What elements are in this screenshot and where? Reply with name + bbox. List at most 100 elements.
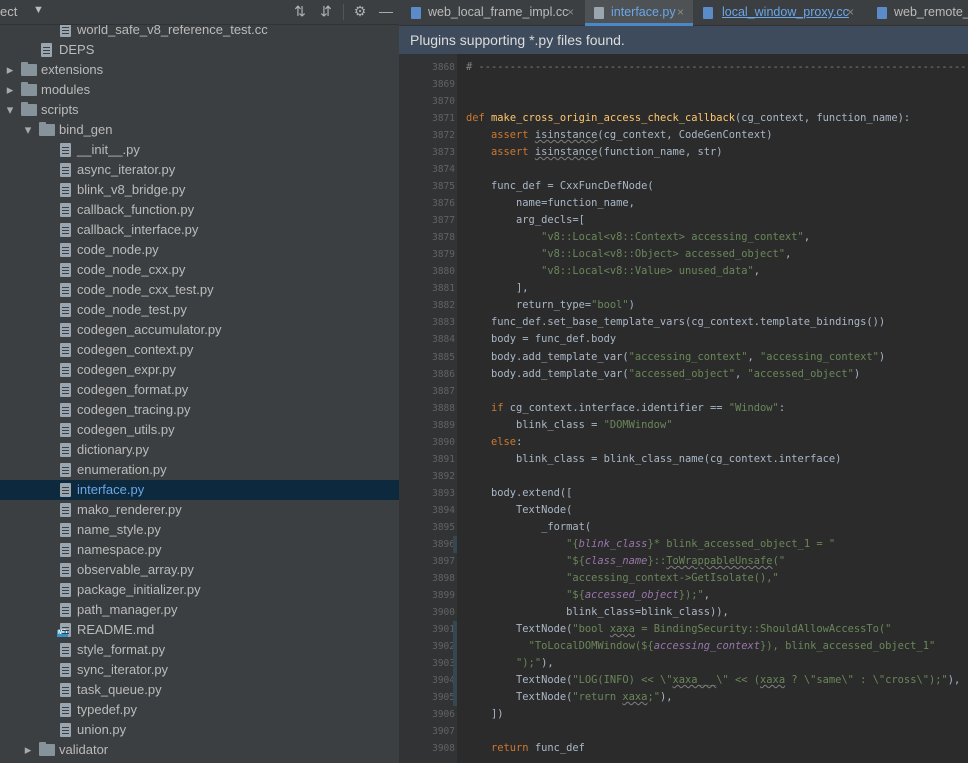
line-number: 3889 [432, 419, 455, 431]
code-line[interactable]: blink_class = "DOMWindow" [466, 417, 672, 434]
chevron-right-icon[interactable]: ▸ [4, 60, 16, 80]
tree-file-async-iterator-py[interactable]: async_iterator.py [0, 160, 399, 180]
tree-file-blink-v8-bridge-py[interactable]: blink_v8_bridge.py [0, 180, 399, 200]
cpp-file-icon [703, 7, 713, 19]
gear-icon[interactable]: ⚙ [351, 2, 369, 20]
tree-file-mako-renderer-py[interactable]: mako_renderer.py [0, 500, 399, 520]
code-line[interactable]: "accessing_context->GetIsolate()," [466, 570, 779, 587]
minimize-icon[interactable]: — [377, 2, 395, 20]
project-panel-title[interactable]: ect [0, 4, 17, 19]
code-line[interactable]: if cg_context.interface.identifier == "W… [466, 400, 785, 417]
code-area[interactable]: # --------------------------------------… [457, 54, 968, 763]
tree-file-package-initializer-py[interactable]: package_initializer.py [0, 580, 399, 600]
close-tab-icon[interactable]: × [567, 0, 574, 25]
tree-item-label: codegen_utils.py [77, 422, 175, 437]
tree-file-code-node-py[interactable]: code_node.py [0, 240, 399, 260]
code-line[interactable]: "v8::Local<v8::Context> accessing_contex… [466, 229, 810, 246]
code-line[interactable]: body.extend([ [466, 485, 572, 502]
code-line[interactable]: TextNode( [466, 502, 572, 519]
tree-item-label: code_node_cxx_test.py [77, 282, 214, 297]
code-line[interactable]: return func_def [466, 740, 585, 757]
code-line[interactable]: TextNode("return xaxa;"), [466, 689, 672, 706]
code-line[interactable]: body = func_def.body [466, 331, 616, 348]
expand-all-icon[interactable]: ⇅ [291, 2, 309, 20]
tab-web-local-frame-impl-cc[interactable]: web_local_frame_impl.cc × [399, 0, 584, 25]
tree-file-style-format-py[interactable]: style_format.py [0, 640, 399, 660]
code-line[interactable]: TextNode("LOG(INFO) << \"xaxa___\" << (x… [466, 672, 960, 689]
code-line[interactable]: blink_class=blink_class)), [466, 604, 729, 621]
code-line[interactable]: arg_decls=[ [466, 212, 585, 229]
tree-file-namespace-py[interactable]: namespace.py [0, 540, 399, 560]
tree-file-dictionary-py[interactable]: dictionary.py [0, 440, 399, 460]
close-tab-icon[interactable]: × [847, 0, 854, 25]
tree-file-init-py[interactable]: __init__.py [0, 140, 399, 160]
tree-file-code-node-cxx-py[interactable]: code_node_cxx.py [0, 260, 399, 280]
tree-file-observable-array-py[interactable]: observable_array.py [0, 560, 399, 580]
tree-file-interface-py[interactable]: interface.py [0, 480, 399, 500]
tree-file-name-style-py[interactable]: name_style.py [0, 520, 399, 540]
tree-file-codegen-tracing-py[interactable]: codegen_tracing.py [0, 400, 399, 420]
code-line[interactable]: ]) [466, 706, 504, 723]
tree-file-code-node-test-py[interactable]: code_node_test.py [0, 300, 399, 320]
chevron-right-icon[interactable]: ▸ [4, 80, 16, 100]
tree-file-codegen-expr-py[interactable]: codegen_expr.py [0, 360, 399, 380]
tree-file-task-queue-py[interactable]: task_queue.py [0, 680, 399, 700]
collapse-all-icon[interactable]: ⇵ [317, 2, 335, 20]
code-line[interactable]: assert isinstance(cg_context, CodeGenCon… [466, 127, 773, 144]
code-line[interactable]: else: [466, 434, 522, 451]
close-tab-icon[interactable]: × [677, 0, 684, 25]
code-line[interactable]: return_type="bool") [466, 297, 635, 314]
tree-file-enumeration-py[interactable]: enumeration.py [0, 460, 399, 480]
tree-folder-bind-gen[interactable]: ▾ bind_gen [0, 120, 399, 140]
tree-file-sync-iterator-py[interactable]: sync_iterator.py [0, 660, 399, 680]
tree-folder-scripts[interactable]: ▾ scripts [0, 100, 399, 120]
code-line[interactable]: func_def.set_base_template_vars(cg_conte… [466, 314, 885, 331]
tree-file-codegen-format-py[interactable]: codegen_format.py [0, 380, 399, 400]
code-line[interactable]: ], [466, 280, 529, 297]
tree-file-callback-interface-py[interactable]: callback_interface.py [0, 220, 399, 240]
chevron-right-icon[interactable]: ▸ [22, 740, 34, 760]
file-icon [60, 483, 71, 497]
code-line[interactable]: # --------------------------------------… [466, 59, 966, 76]
line-number-gutter: 3868 3869 3870 3871 3872 3873 3874 3875 3876 3877… [399, 54, 457, 763]
code-line[interactable]: "v8::Local<v8::Object> accessed_object", [466, 246, 791, 263]
code-line[interactable]: assert isinstance(function_name, str) [466, 144, 723, 161]
tree-file-code-node-cxx-test-py[interactable]: code_node_cxx_test.py [0, 280, 399, 300]
code-line[interactable]: blink_class = blink_class_name(cg_contex… [466, 451, 841, 468]
code-line[interactable]: body.add_template_var("accessing_context… [466, 349, 885, 366]
tree-folder-extensions[interactable]: ▸ extensions [0, 60, 399, 80]
tree-file-codegen-accumulator-py[interactable]: codegen_accumulator.py [0, 320, 399, 340]
tree-file-path-manager-py[interactable]: path_manager.py [0, 600, 399, 620]
chevron-down-icon[interactable]: ▾ [22, 120, 34, 140]
code-line[interactable]: func_def = CxxFuncDefNode( [466, 178, 654, 195]
tab-local-window-proxy-cc[interactable]: local_window_proxy.cc × [694, 0, 862, 25]
code-line[interactable]: "{blink_class}* blink_accessed_object_1 … [466, 536, 835, 553]
file-icon [60, 643, 71, 657]
chevron-down-icon[interactable]: ▾ [4, 100, 16, 120]
code-line[interactable]: name=function_name, [466, 195, 635, 212]
code-line[interactable]: _format( [466, 519, 591, 536]
tree-folder-modules[interactable]: ▸ modules [0, 80, 399, 100]
tree-file-deps[interactable]: DEPS [0, 40, 399, 60]
code-line[interactable]: "${class_name}::ToWrappableUnsafe(" [466, 553, 785, 570]
line-number: 3869 [432, 79, 455, 91]
plugin-notification-banner[interactable]: Plugins supporting *.py files found. [399, 26, 968, 54]
tree-file-typedef-py[interactable]: typedef.py [0, 700, 399, 720]
chevron-down-icon[interactable]: ▼ [33, 4, 44, 16]
code-line[interactable]: "v8::Local<v8::Value> unused_data", [466, 263, 760, 280]
tree-folder-validator[interactable]: ▸ validator [0, 740, 399, 760]
tree-file-codegen-utils-py[interactable]: codegen_utils.py [0, 420, 399, 440]
tab-interface-py[interactable]: interface.py × [585, 0, 693, 26]
code-line[interactable]: TextNode("bool xaxa = BindingSecurity::S… [466, 621, 891, 638]
code-line[interactable]: "${accessed_object});", [466, 587, 710, 604]
code-line[interactable]: "ToLocalDOMWindow(${accessing_context}),… [466, 638, 936, 655]
tree-file-readme-md[interactable]: README.md [0, 620, 399, 640]
tree-file-union-py[interactable]: union.py [0, 720, 399, 740]
line-number: 3876 [432, 198, 455, 210]
tree-file-codegen-context-py[interactable]: codegen_context.py [0, 340, 399, 360]
code-line[interactable]: def make_cross_origin_access_check_callb… [466, 110, 910, 127]
code-line[interactable]: ");"), [466, 655, 554, 672]
code-line[interactable]: body.add_template_var("accessed_object",… [466, 366, 860, 383]
tree-file-callback-function-py[interactable]: callback_function.py [0, 200, 399, 220]
tab-web-remote-f[interactable]: web_remote_f [863, 0, 968, 25]
